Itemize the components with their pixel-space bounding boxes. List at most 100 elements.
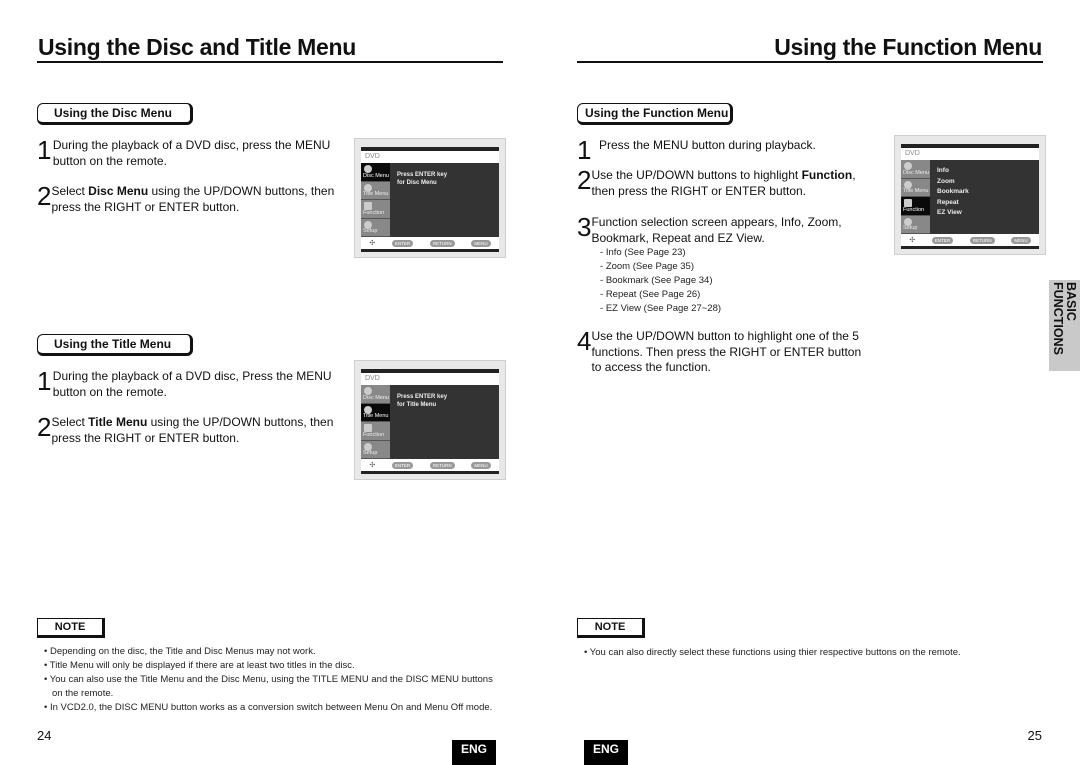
option-ez-view: EZ View xyxy=(937,209,962,216)
step-text: Select Title Menu using the UP/DOWN butt… xyxy=(51,415,334,445)
note-item: Title Menu will only be displayed if the… xyxy=(44,659,504,673)
option-bookmark: Bookmark xyxy=(937,188,969,195)
disc-menu-step-1: 1 During the playback of a DVD disc, pre… xyxy=(37,135,337,169)
screen-menu-title-menu: Title Menu xyxy=(901,178,930,197)
gear-icon xyxy=(364,442,372,451)
dpad-icon: ✣ xyxy=(369,462,376,469)
function-menu-screen: DVD Disc Menu Title Menu Function Setup … xyxy=(894,135,1046,255)
step-number: 3 xyxy=(577,212,592,242)
screen-return-button: RETURN xyxy=(429,461,455,469)
screen-menu-setup: Setup xyxy=(901,215,930,234)
left-title-rule xyxy=(37,61,503,63)
step-text: Select Disc Menu using the UP/DOWN butto… xyxy=(51,184,335,214)
step-number: 2 xyxy=(37,181,52,211)
step-text: Use the UP/DOWN buttons to highlight Fun… xyxy=(591,168,856,198)
right-title-rule xyxy=(577,61,1043,63)
screen-menu: Disc Menu Title Menu Function Setup xyxy=(361,163,390,237)
screen-enter-button: ENTER xyxy=(931,236,954,244)
function-icon xyxy=(364,424,372,432)
screen-header: DVD xyxy=(901,148,1039,160)
screen-function-options: Info Zoom Bookmark Repeat EZ View xyxy=(937,166,969,219)
left-page-title: Using the Disc and Title Menu xyxy=(38,34,357,60)
screen-menu-function: Function xyxy=(901,197,930,216)
step-number: 1 xyxy=(577,135,592,165)
screen-message: Press ENTER key for Disc Menu xyxy=(397,172,448,186)
note-item: You can also use the Title Menu and the … xyxy=(44,673,504,701)
basic-functions-tab: BASIC FUNCTIONS xyxy=(1049,280,1080,371)
left-note-label: NOTE xyxy=(37,618,105,638)
note-item: Depending on the disc, the Title and Dis… xyxy=(44,645,504,659)
dpad-icon: ✣ xyxy=(909,237,916,244)
function-icon xyxy=(364,202,372,210)
screen-header: DVD xyxy=(361,373,499,385)
function-menu-heading: Using the Function Menu xyxy=(577,103,733,125)
disc-menu-step-2: 2 Select Disc Menu using the UP/DOWN but… xyxy=(37,181,337,215)
left-note-list: Depending on the disc, the Title and Dis… xyxy=(44,645,504,715)
dpad-icon: ✣ xyxy=(369,240,376,247)
title-menu-step-2: 2 Select Title Menu using the UP/DOWN bu… xyxy=(37,412,337,446)
screen-menu-disc-menu: Disc Menu xyxy=(361,385,390,404)
function-icon xyxy=(904,199,912,207)
function-step-4: 4 Use the UP/DOWN button to highlight on… xyxy=(577,326,872,376)
sublist-item-bookmark: Bookmark (See Page 34) xyxy=(600,274,721,288)
screen-message: Press ENTER key for Title Menu xyxy=(397,394,448,408)
option-info: Info xyxy=(937,167,949,174)
step-text: During the playback of a DVD disc, press… xyxy=(52,138,331,168)
disc-icon xyxy=(364,387,372,395)
title-menu-screen: DVD Disc Menu Title Menu Function Setup … xyxy=(354,360,506,480)
function-sublist: Info (See Page 23) Zoom (See Page 35) Bo… xyxy=(600,246,721,316)
sublist-item-info: Info (See Page 23) xyxy=(600,246,721,260)
function-step-3: 3 Function selection screen appears, Inf… xyxy=(577,212,872,246)
screen-menu-button: MENU xyxy=(471,239,491,247)
screen-menu-button: MENU xyxy=(471,461,491,469)
function-step-2: 2 Use the UP/DOWN buttons to highlight F… xyxy=(577,167,872,199)
function-step-1: 1 Press the MENU button during playback. xyxy=(577,135,872,165)
right-lang-badge: ENG xyxy=(584,740,628,765)
screen-menu: Disc Menu Title Menu Function Setup xyxy=(901,160,930,234)
step-number: 1 xyxy=(37,366,52,396)
sublist-item-repeat: Repeat (See Page 26) xyxy=(600,288,721,302)
title-menu-heading: Using the Title Menu xyxy=(37,334,193,356)
screen-enter-button: ENTER xyxy=(391,239,414,247)
gear-icon xyxy=(364,220,372,229)
right-page-number: 25 xyxy=(1027,728,1042,743)
screen-return-button: RETURN xyxy=(969,236,995,244)
step-number: 1 xyxy=(37,135,52,165)
screen-enter-button: ENTER xyxy=(391,461,414,469)
screen-menu-function: Function xyxy=(361,422,390,441)
title-icon xyxy=(364,183,372,192)
disc-icon xyxy=(364,165,372,173)
title-icon xyxy=(364,405,372,414)
left-page-number: 24 xyxy=(37,728,52,743)
screen-menu-disc-menu: Disc Menu xyxy=(901,160,930,179)
left-lang-badge: ENG xyxy=(452,740,496,765)
sublist-item-ez-view: EZ View (See Page 27~28) xyxy=(600,302,721,316)
right-note-list: You can also directly select these funct… xyxy=(584,646,1044,660)
right-page-title: Using the Function Menu xyxy=(774,34,1042,60)
title-icon xyxy=(904,180,912,189)
screen-menu-disc-menu: Disc Menu xyxy=(361,163,390,182)
step-text: Press the MENU button during playback. xyxy=(599,138,816,152)
step-text: Function selection screen appears, Info,… xyxy=(591,215,842,245)
note-item: In VCD2.0, the DISC MENU button works as… xyxy=(44,701,504,715)
step-text: Use the UP/DOWN button to highlight one … xyxy=(591,329,862,374)
side-tab-label: BASIC FUNCTIONS xyxy=(1051,282,1078,355)
gear-icon xyxy=(904,217,912,226)
option-zoom: Zoom xyxy=(937,177,955,185)
screen-menu-title-menu: Title Menu xyxy=(361,403,390,422)
step-number: 4 xyxy=(577,326,592,356)
disc-menu-screen: DVD Disc Menu Title Menu Function Setup … xyxy=(354,138,506,258)
screen-menu-setup: Setup xyxy=(361,218,390,237)
screen-menu-title-menu: Title Menu xyxy=(361,181,390,200)
screen-return-button: RETURN xyxy=(429,239,455,247)
screen-menu: Disc Menu Title Menu Function Setup xyxy=(361,385,390,459)
screen-header: DVD xyxy=(361,151,499,163)
screen-menu-setup: Setup xyxy=(361,440,390,459)
note-item: You can also directly select these funct… xyxy=(584,646,1044,660)
right-note-label: NOTE xyxy=(577,618,645,638)
screen-menu-function: Function xyxy=(361,200,390,219)
step-number: 2 xyxy=(37,412,52,442)
sublist-item-zoom: Zoom (See Page 35) xyxy=(600,260,721,274)
disc-icon xyxy=(904,162,912,170)
step-text: During the playback of a DVD disc, Press… xyxy=(52,369,332,399)
